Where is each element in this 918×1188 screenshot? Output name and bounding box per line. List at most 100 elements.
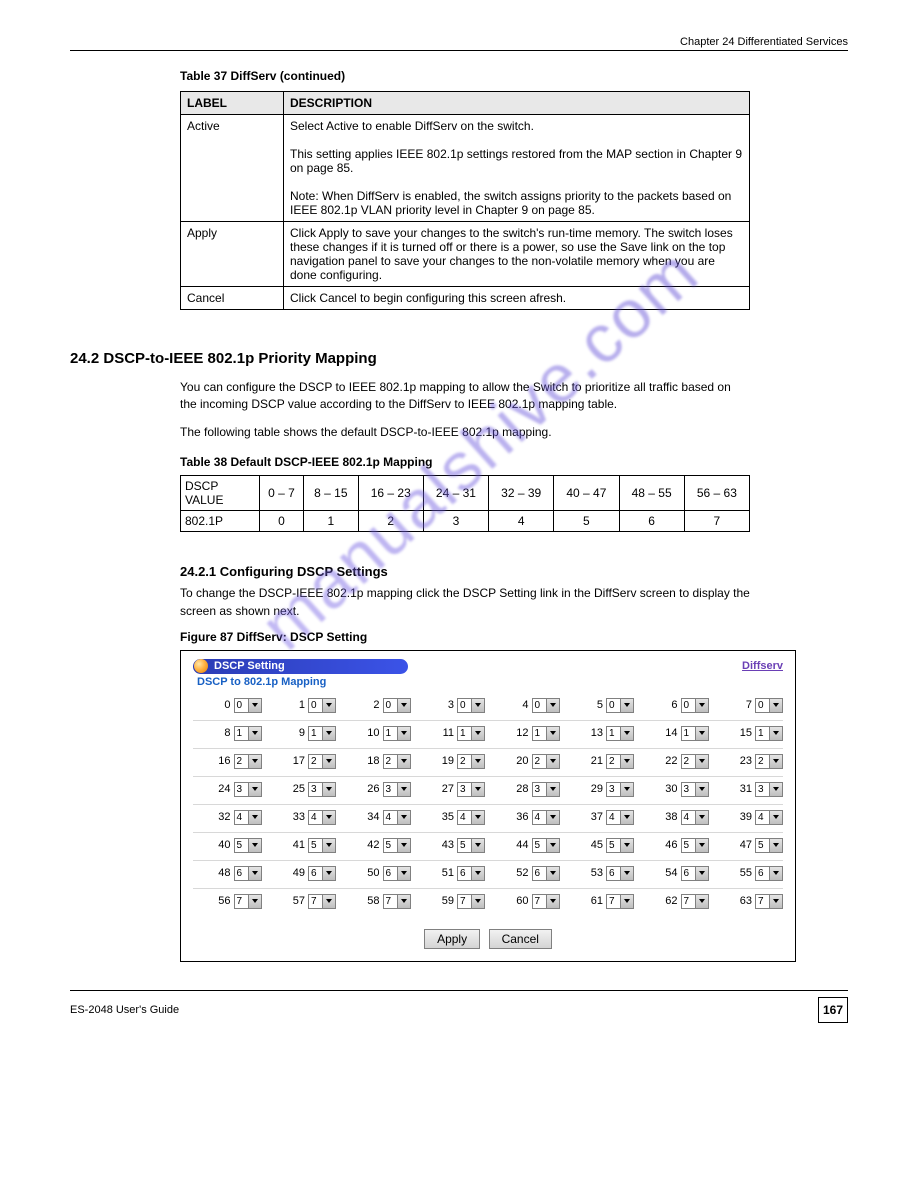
chevron-down-icon	[248, 839, 261, 852]
priority-select[interactable]: 5	[383, 838, 411, 853]
dscp-cell: 394	[715, 810, 784, 825]
dscp-index-label: 1	[287, 699, 305, 711]
grid-divider	[193, 720, 783, 721]
priority-select-value: 5	[458, 840, 471, 851]
priority-select[interactable]: 1	[234, 726, 262, 741]
priority-select[interactable]: 6	[383, 866, 411, 881]
priority-select[interactable]: 0	[457, 698, 485, 713]
priority-select[interactable]: 0	[234, 698, 262, 713]
priority-select[interactable]: 3	[755, 782, 783, 797]
priority-select[interactable]: 7	[383, 894, 411, 909]
priority-select[interactable]: 7	[532, 894, 560, 909]
priority-select[interactable]: 5	[457, 838, 485, 853]
priority-select[interactable]: 0	[606, 698, 634, 713]
chevron-down-icon	[397, 699, 410, 712]
chevron-down-icon	[397, 783, 410, 796]
priority-select[interactable]: 7	[606, 894, 634, 909]
priority-select[interactable]: 0	[308, 698, 336, 713]
priority-select[interactable]: 3	[457, 782, 485, 797]
priority-select[interactable]: 4	[383, 810, 411, 825]
chevron-down-icon	[322, 895, 335, 908]
priority-select[interactable]: 5	[681, 838, 709, 853]
priority-select[interactable]: 6	[308, 866, 336, 881]
priority-select-value: 3	[384, 784, 397, 795]
priority-select-value: 3	[458, 784, 471, 795]
priority-select[interactable]: 6	[755, 866, 783, 881]
priority-select[interactable]: 3	[308, 782, 336, 797]
priority-select[interactable]: 0	[383, 698, 411, 713]
chevron-down-icon	[471, 839, 484, 852]
dscp-setting-panel: DSCP Setting Diffserv DSCP to 802.1p Map…	[180, 650, 796, 962]
priority-select[interactable]: 1	[457, 726, 485, 741]
priority-select[interactable]: 0	[755, 698, 783, 713]
priority-select[interactable]: 2	[532, 754, 560, 769]
priority-select[interactable]: 1	[383, 726, 411, 741]
priority-select[interactable]: 1	[532, 726, 560, 741]
priority-select[interactable]: 4	[308, 810, 336, 825]
figure87-caption: Figure 87 DiffServ: DSCP Setting	[180, 630, 848, 644]
priority-select[interactable]: 1	[681, 726, 709, 741]
priority-select[interactable]: 5	[755, 838, 783, 853]
apply-button[interactable]: Apply	[424, 929, 480, 949]
priority-select[interactable]: 7	[457, 894, 485, 909]
priority-select[interactable]: 3	[383, 782, 411, 797]
priority-select[interactable]: 7	[681, 894, 709, 909]
priority-select[interactable]: 3	[234, 782, 262, 797]
priority-select[interactable]: 4	[755, 810, 783, 825]
priority-select[interactable]: 2	[457, 754, 485, 769]
priority-select[interactable]: 2	[681, 754, 709, 769]
priority-select-value: 5	[309, 840, 322, 851]
priority-select[interactable]: 5	[308, 838, 336, 853]
priority-select[interactable]: 2	[606, 754, 634, 769]
dscp-index-label: 14	[660, 727, 678, 739]
section-24-2-1-heading: 24.2.1 Configuring DSCP Settings	[180, 564, 848, 579]
dscp-cell: 243	[193, 782, 262, 797]
priority-select[interactable]: 0	[681, 698, 709, 713]
priority-select[interactable]: 6	[606, 866, 634, 881]
priority-select[interactable]: 7	[234, 894, 262, 909]
dscp-cell: 536	[566, 866, 635, 881]
priority-select-value: 3	[533, 784, 546, 795]
priority-select[interactable]: 2	[308, 754, 336, 769]
priority-select-value: 6	[682, 868, 695, 879]
dscp-index-label: 26	[362, 783, 380, 795]
priority-select[interactable]: 4	[681, 810, 709, 825]
dscp-index-label: 5	[585, 699, 603, 711]
priority-select[interactable]: 0	[532, 698, 560, 713]
t38-hdr: 40 – 47	[554, 476, 619, 511]
cancel-button[interactable]: Cancel	[489, 929, 552, 949]
priority-select[interactable]: 3	[681, 782, 709, 797]
priority-select[interactable]: 5	[606, 838, 634, 853]
dscp-cell: 334	[268, 810, 337, 825]
priority-select-value: 7	[384, 896, 397, 907]
priority-select[interactable]: 1	[308, 726, 336, 741]
priority-select[interactable]: 1	[755, 726, 783, 741]
priority-select[interactable]: 4	[234, 810, 262, 825]
priority-select[interactable]: 7	[308, 894, 336, 909]
priority-select-value: 6	[756, 868, 769, 879]
priority-select[interactable]: 4	[532, 810, 560, 825]
priority-select[interactable]: 2	[755, 754, 783, 769]
priority-select[interactable]: 3	[532, 782, 560, 797]
chevron-down-icon	[546, 895, 559, 908]
priority-select-value: 4	[756, 812, 769, 823]
priority-select[interactable]: 6	[457, 866, 485, 881]
priority-select[interactable]: 3	[606, 782, 634, 797]
sec2421-p1: To change the DSCP-IEEE 802.1p mapping c…	[180, 585, 750, 620]
priority-select[interactable]: 4	[606, 810, 634, 825]
chevron-down-icon	[471, 811, 484, 824]
priority-select[interactable]: 7	[755, 894, 783, 909]
priority-select[interactable]: 6	[681, 866, 709, 881]
priority-select[interactable]: 6	[234, 866, 262, 881]
dscp-cell: 222	[640, 754, 709, 769]
priority-select[interactable]: 2	[234, 754, 262, 769]
priority-select[interactable]: 1	[606, 726, 634, 741]
diffserv-link[interactable]: Diffserv	[742, 660, 783, 672]
priority-select[interactable]: 6	[532, 866, 560, 881]
priority-select[interactable]: 5	[234, 838, 262, 853]
t38-hdr: 56 – 63	[684, 476, 749, 511]
dscp-index-label: 46	[660, 839, 678, 851]
priority-select[interactable]: 5	[532, 838, 560, 853]
priority-select[interactable]: 4	[457, 810, 485, 825]
priority-select[interactable]: 2	[383, 754, 411, 769]
